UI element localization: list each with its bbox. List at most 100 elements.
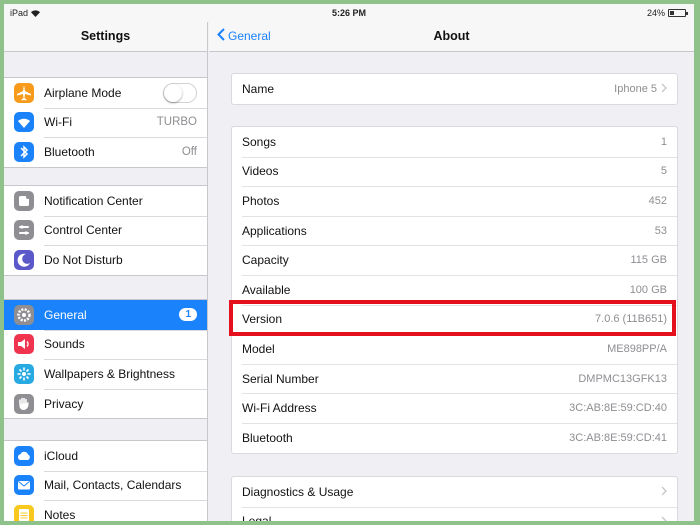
about-row-label: Name [242, 81, 275, 96]
sidebar-item-sounds[interactable]: Sounds [4, 329, 207, 360]
about-row-version: Version 7.0.6 (11B651) [232, 304, 677, 335]
sidebar-item-wallpapers-brightness[interactable]: Wallpapers & Brightness [4, 359, 207, 389]
sidebar-item-do-not-disturb[interactable]: Do Not Disturb [4, 245, 207, 275]
about-row-value: 100 GB [629, 283, 667, 296]
about-row-wi-fi-address: Wi-Fi Address 3C:AB:8E:59:CD:40 [232, 393, 677, 423]
sidebar-item-general[interactable]: General 1 [4, 300, 207, 330]
about-row-value: ME898PP/A [607, 342, 667, 355]
sidebar-item-label: Notes [44, 507, 76, 522]
about-row-applications: Applications 53 [232, 215, 677, 246]
hand-icon [14, 393, 34, 414]
airplane-icon [14, 82, 34, 103]
chevron-right-icon [661, 484, 667, 499]
chevron-right-icon [661, 81, 667, 96]
sidebar-item-label: Wi-Fi [44, 115, 72, 130]
about-row-songs: Songs 1 [232, 127, 677, 157]
sidebar-item-notes[interactable]: Notes [4, 500, 207, 522]
sidebar-item-label: Bluetooth [44, 144, 95, 159]
about-row-value: Iphone 5 [614, 82, 657, 95]
sidebar-item-label: General [44, 307, 87, 322]
notes-icon [14, 504, 34, 521]
sidebar-item-label: Control Center [44, 223, 123, 238]
status-bar: iPad 5:26 PM 24% [4, 4, 694, 22]
mail-icon [14, 475, 34, 496]
sidebar-item-icloud[interactable]: iCloud [4, 441, 207, 471]
sidebar-item-bluetooth[interactable]: Bluetooth Off [4, 137, 207, 167]
about-row-photos: Photos 452 [232, 186, 677, 216]
speaker-icon [14, 334, 34, 355]
chevron-right-icon [661, 514, 667, 521]
chevron-left-icon [217, 28, 225, 44]
moon-icon [14, 249, 34, 270]
sidebar-title: Settings [4, 22, 207, 52]
about-row-videos: Videos 5 [232, 156, 677, 187]
about-row-value: 7.0.6 (11B651) [595, 313, 667, 326]
status-time: 5:26 PM [331, 8, 366, 18]
toggle-knob [164, 83, 182, 102]
ipad-screen: Settings Airplane Mode Wi-Fi TURBO Bluetoot… [0, 0, 700, 525]
control-center-icon [14, 220, 34, 241]
about-row-label: Legal [242, 514, 272, 525]
about-row-label: Bluetooth [242, 430, 293, 445]
settings-group: iCloud Mail, Contacts, Calendars Notes [4, 440, 207, 522]
about-row-bluetooth: Bluetooth 3C:AB:8E:59:CD:41 [232, 422, 677, 453]
about-row-value: 5 [660, 165, 667, 178]
sidebar-item-label: Do Not Disturb [44, 252, 123, 267]
sidebar-item-airplane-mode[interactable]: Airplane Mode [4, 78, 207, 108]
wallpaper-icon [14, 363, 34, 384]
about-row-value: 115 GB [630, 254, 668, 267]
sidebar-item-mail-contacts-calendars[interactable]: Mail, Contacts, Calendars [4, 470, 207, 501]
gear-icon [14, 304, 34, 325]
about-row-label: Serial Number [242, 371, 319, 386]
back-button[interactable]: General [217, 22, 271, 50]
about-row-diagnostics-usage[interactable]: Diagnostics & Usage [232, 477, 677, 507]
about-row-model: Model ME898PP/A [232, 334, 677, 364]
about-row-value: 3C:AB:8E:59:CD:41 [569, 431, 667, 444]
about-row-name[interactable]: Name Iphone 5 [232, 74, 677, 104]
about-row-label: Videos [242, 164, 279, 179]
about-row-value: 3C:AB:8E:59:CD:40 [569, 402, 667, 415]
about-row-capacity: Capacity 115 GB [232, 245, 677, 275]
about-row-label: Version [242, 312, 283, 327]
sidebar-item-wi-fi[interactable]: Wi-Fi TURBO [4, 107, 207, 138]
about-row-legal[interactable]: Legal [232, 506, 677, 525]
sidebar-item-label: Mail, Contacts, Calendars [44, 478, 182, 493]
battery-icon [668, 9, 688, 17]
settings-group: General 1 Sounds Wallpapers & Brightness Pri… [4, 299, 207, 420]
sidebar-item-control-center[interactable]: Control Center [4, 215, 207, 246]
about-group: Name Iphone 5 [231, 73, 678, 105]
sidebar-item-privacy[interactable]: Privacy [4, 388, 207, 419]
bluetooth-icon [14, 141, 34, 162]
notification-icon [14, 190, 34, 211]
airplane-mode-toggle[interactable] [163, 82, 197, 103]
cloud-icon [14, 445, 34, 466]
detail-pane: General About Name Iphone 5 Songs 1 Videos 5 P… [209, 4, 694, 521]
about-row-label: Songs [242, 134, 277, 149]
about-row-label: Capacity [242, 253, 289, 268]
settings-group: Airplane Mode Wi-Fi TURBO Bluetooth Off [4, 77, 207, 168]
sidebar-item-label: Privacy [44, 396, 84, 411]
about-row-value: DMPMC13GFK13 [578, 372, 667, 385]
sidebar-item-value: TURBO [156, 116, 197, 129]
about-row-label: Diagnostics & Usage [242, 484, 354, 499]
about-row-value: 1 [660, 135, 667, 148]
about-row-label: Wi-Fi Address [242, 401, 317, 416]
sidebar-item-notification-center[interactable]: Notification Center [4, 186, 207, 216]
sidebar-item-label: iCloud [44, 448, 79, 463]
update-badge: 1 [179, 308, 197, 322]
battery-percent: 24% [646, 8, 665, 18]
wifi-icon [14, 112, 34, 133]
about-row-available: Available 100 GB [232, 274, 677, 305]
settings-group: Notification Center Control Center Do Not … [4, 185, 207, 276]
about-row-label: Model [242, 341, 275, 356]
sidebar-item-value: Off [181, 145, 197, 158]
page-title: About [433, 29, 470, 43]
about-group: Diagnostics & Usage Legal [231, 476, 678, 525]
back-button-label: General [228, 29, 271, 43]
about-row-value: 452 [648, 194, 667, 207]
about-row-label: Photos [242, 193, 280, 208]
about-row-label: Applications [242, 223, 307, 238]
about-row-value: 53 [654, 224, 667, 237]
settings-sidebar: Settings Airplane Mode Wi-Fi TURBO Bluetoot… [4, 4, 208, 521]
about-row-label: Available [242, 282, 291, 297]
